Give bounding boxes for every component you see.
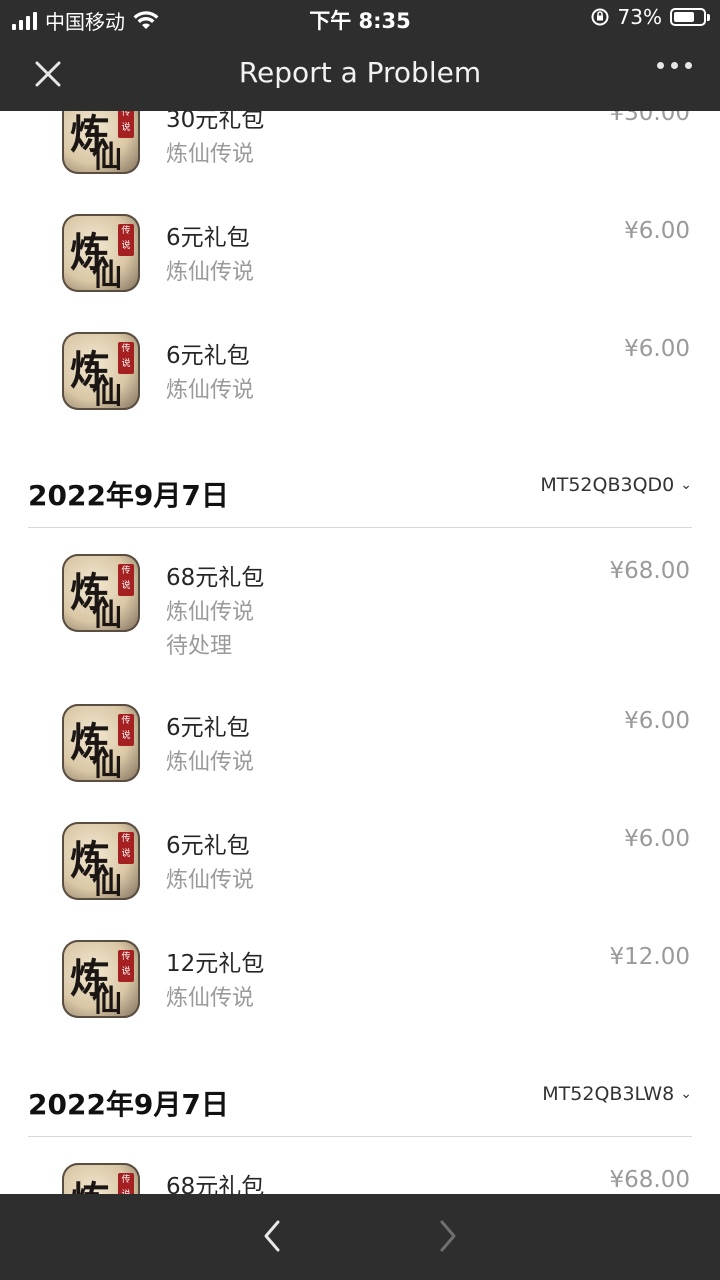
purchase-item[interactable]: 炼仙传说 12元礼包 炼仙传说 ¥12.00 xyxy=(0,940,720,1050)
item-status: 待处理 xyxy=(166,634,233,659)
item-price: ¥6.00 xyxy=(624,218,690,244)
item-price: ¥68.00 xyxy=(609,1167,690,1193)
item-price: ¥6.00 xyxy=(624,826,690,852)
item-title: 68元礼包 xyxy=(166,565,265,591)
purchase-list[interactable]: 炼仙传说 30元礼包 炼仙传说 ¥30.00 炼仙传说 6元礼包 炼仙传说 ¥6… xyxy=(0,0,720,1194)
item-app-name: 炼仙传说 xyxy=(166,868,255,893)
chevron-down-icon: ⌄ xyxy=(680,477,692,493)
order-id: MT52QB3LW8 xyxy=(542,1083,675,1105)
status-bar: 中国移动 下午 8:35 73% xyxy=(0,0,720,36)
order-date: 2022年9月7日 xyxy=(28,479,229,512)
orientation-lock-icon xyxy=(591,8,609,26)
purchase-item[interactable]: 炼仙传说 30元礼包 炼仙传说 ¥30.00 xyxy=(0,96,720,206)
more-icon[interactable] xyxy=(657,62,692,69)
chevron-right-icon[interactable] xyxy=(430,1216,466,1256)
bottom-toolbar xyxy=(0,1194,720,1280)
chevron-left-icon[interactable] xyxy=(254,1216,290,1256)
purchase-item[interactable]: 炼仙传说 6元礼包 炼仙传说 ¥6.00 xyxy=(0,704,720,814)
item-app-name: 炼仙传说 xyxy=(166,378,255,403)
item-price: ¥6.00 xyxy=(624,336,690,362)
item-title: 12元礼包 xyxy=(166,951,265,977)
page-title: Report a Problem xyxy=(238,56,482,89)
item-price: ¥68.00 xyxy=(609,558,690,584)
order-id-toggle[interactable]: MT52QB3LW8 ⌄ xyxy=(542,1083,692,1105)
item-title: 68元礼包 xyxy=(166,1174,265,1194)
app-icon: 炼仙传说 xyxy=(62,214,140,292)
app-icon: 炼仙传说 xyxy=(62,940,140,1018)
order-date: 2022年9月7日 xyxy=(28,1088,229,1121)
order-header: 2022年9月7日 MT52QB3LW8 ⌄ xyxy=(28,1073,692,1137)
item-app-name: 炼仙传说 xyxy=(166,260,255,285)
battery-icon xyxy=(670,8,710,26)
item-price: ¥12.00 xyxy=(609,944,690,970)
item-title: 6元礼包 xyxy=(166,715,250,741)
item-app-name: 炼仙传说 xyxy=(166,600,255,625)
chevron-down-icon: ⌄ xyxy=(680,1086,692,1102)
battery-percent: 73% xyxy=(617,5,662,29)
app-icon: 炼仙传说 xyxy=(62,1163,140,1194)
order-id-toggle[interactable]: MT52QB3QD0 ⌄ xyxy=(540,474,692,496)
item-app-name: 炼仙传说 xyxy=(166,750,255,775)
item-title: 6元礼包 xyxy=(166,225,250,251)
purchase-item[interactable]: 炼仙传说 6元礼包 炼仙传说 ¥6.00 xyxy=(0,214,720,324)
purchase-item[interactable]: 炼仙传说 6元礼包 炼仙传说 ¥6.00 xyxy=(0,822,720,932)
purchase-item[interactable]: 炼仙传说 68元礼包 ¥68.00 xyxy=(0,1163,720,1194)
app-icon: 炼仙传说 xyxy=(62,704,140,782)
item-title: 6元礼包 xyxy=(166,343,250,369)
top-bar: 中国移动 下午 8:35 73% Report a Problem xyxy=(0,0,720,111)
item-title: 6元礼包 xyxy=(166,833,250,859)
app-icon: 炼仙传说 xyxy=(62,554,140,632)
purchase-item[interactable]: 炼仙传说 68元礼包 炼仙传说 待处理 ¥68.00 xyxy=(0,554,720,684)
app-icon: 炼仙传说 xyxy=(62,332,140,410)
item-app-name: 炼仙传说 xyxy=(166,142,255,167)
order-id: MT52QB3QD0 xyxy=(540,474,675,496)
item-app-name: 炼仙传说 xyxy=(166,986,255,1011)
purchase-item[interactable]: 炼仙传说 6元礼包 炼仙传说 ¥6.00 xyxy=(0,332,720,442)
app-icon: 炼仙传说 xyxy=(62,822,140,900)
item-price: ¥6.00 xyxy=(624,708,690,734)
order-header: 2022年9月7日 MT52QB3QD0 ⌄ xyxy=(28,464,692,528)
nav-bar: Report a Problem xyxy=(0,36,720,111)
